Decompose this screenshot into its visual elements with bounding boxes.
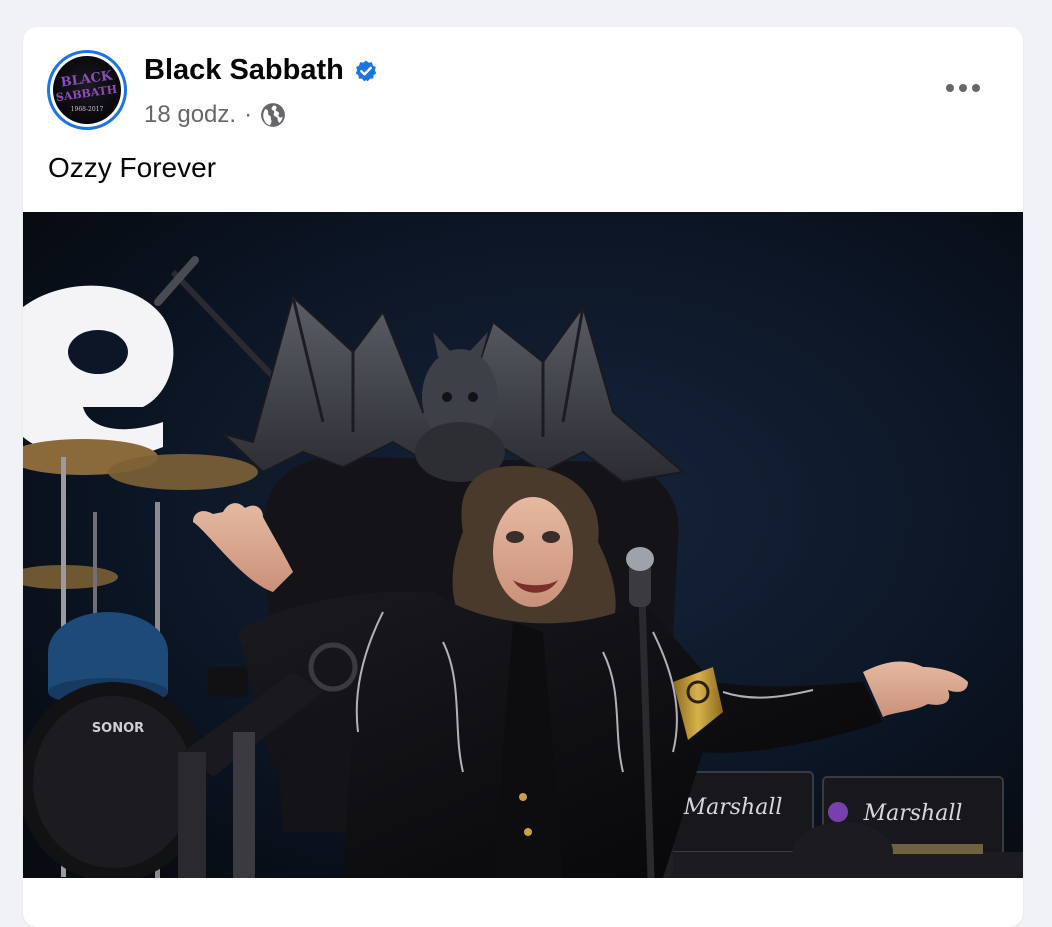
more-dot-icon bbox=[972, 84, 980, 92]
logo-years: 1968-2017 bbox=[71, 106, 104, 113]
more-dot-icon bbox=[959, 84, 967, 92]
page-name[interactable]: Black Sabbath bbox=[144, 54, 378, 87]
post-card: BLACK SABBATH 1968-2017 Black Sabbath 18… bbox=[23, 27, 1023, 927]
post-text: Ozzy Forever bbox=[48, 152, 217, 183]
verified-badge-icon bbox=[355, 60, 377, 81]
post-meta: 18 godz. · bbox=[144, 101, 286, 129]
more-dot-icon bbox=[946, 84, 954, 92]
backdrop-letter bbox=[23, 285, 174, 460]
author-name[interactable]: Black Sabbath bbox=[144, 54, 344, 87]
avatar[interactable]: BLACK SABBATH 1968-2017 bbox=[47, 50, 127, 130]
post-timestamp[interactable]: 18 godz. bbox=[144, 101, 236, 129]
meta-separator: · bbox=[244, 101, 253, 128]
globe-icon[interactable] bbox=[260, 102, 286, 128]
concert-photo: SONOR Marshall Marshall bbox=[23, 212, 1023, 878]
amp-brand-1: Marshall bbox=[683, 795, 783, 820]
amp-brand-2: Marshall bbox=[863, 801, 963, 826]
post-photo[interactable]: SONOR Marshall Marshall bbox=[23, 212, 1023, 878]
post-header: BLACK SABBATH 1968-2017 Black Sabbath 18… bbox=[23, 27, 1023, 212]
drum-brand: SONOR bbox=[92, 721, 144, 736]
more-options-button[interactable] bbox=[939, 73, 987, 103]
black-sabbath-logo: BLACK SABBATH 1968-2017 bbox=[53, 56, 121, 124]
